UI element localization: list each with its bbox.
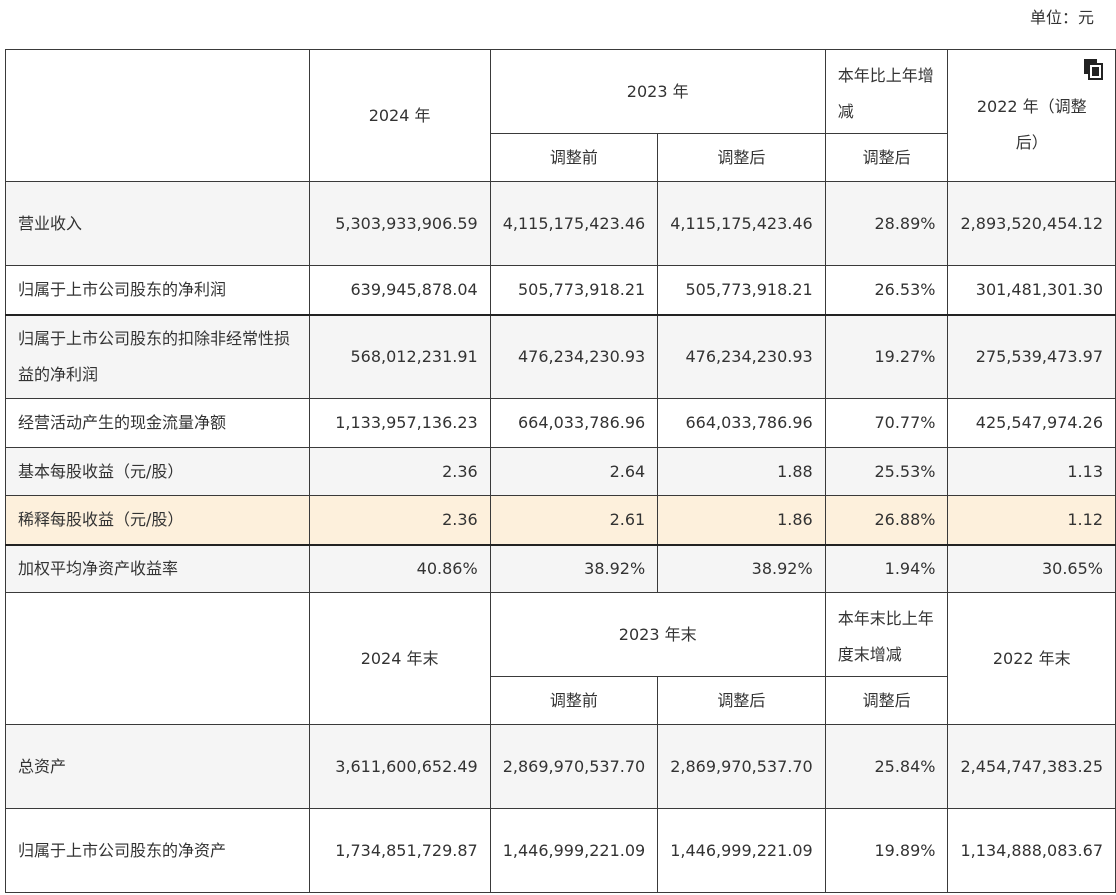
- cell-2024: 568,012,231.91: [308, 314, 491, 399]
- cell-2024: 2.36: [308, 495, 491, 546]
- header2-2022: 2022 年末: [947, 592, 1116, 725]
- cell-2023-after: 1.86: [657, 495, 826, 546]
- cell-2023-before: 38.92%: [489, 544, 659, 593]
- cell-2023-before: 2.61: [489, 495, 659, 546]
- table-row: 归属于上市公司股东的净利润 639,945,878.04 505,773,918…: [5, 265, 1116, 316]
- header-2023-before: 调整前: [489, 133, 659, 182]
- header-2023: 2023 年: [489, 49, 826, 134]
- cell-2024: 5,303,933,906.59: [308, 181, 491, 266]
- cell-2022: 275,539,473.97: [947, 314, 1116, 399]
- cell-2024: 2.36: [308, 447, 491, 496]
- cell-change: 70.77%: [824, 398, 949, 448]
- table-row: 基本每股收益（元/股） 2.36 2.64 1.88 25.53% 1.13: [5, 447, 1116, 496]
- cell-2023-after: 505,773,918.21: [657, 265, 826, 316]
- header2-2023-before: 调整前: [489, 676, 659, 725]
- header-blank-cell: [5, 49, 310, 182]
- cell-2023-before: 664,033,786.96: [489, 398, 659, 448]
- copy-icon[interactable]: [1083, 58, 1105, 80]
- table-row: 归属于上市公司股东的扣除非经常性损益的净利润 568,012,231.91 47…: [5, 314, 1116, 399]
- cell-2024: 1,734,851,729.87: [308, 808, 491, 893]
- header2-2023-after: 调整后: [657, 676, 826, 725]
- table-row: 营业收入 5,303,933,906.59 4,115,175,423.46 4…: [5, 181, 1116, 266]
- row-label: 稀释每股收益（元/股）: [5, 495, 310, 546]
- row-label: 归属于上市公司股东的净利润: [5, 265, 310, 316]
- row-label: 营业收入: [5, 181, 310, 266]
- header-2023-after: 调整后: [657, 133, 826, 182]
- row-label: 基本每股收益（元/股）: [5, 447, 310, 496]
- cell-change: 1.94%: [824, 544, 949, 593]
- cell-2024: 3,611,600,652.49: [308, 724, 491, 809]
- cell-2022: 2,454,747,383.25: [947, 724, 1116, 809]
- cell-2024: 1,133,957,136.23: [308, 398, 491, 448]
- cell-2023-after: 1.88: [657, 447, 826, 496]
- table-row: 经营活动产生的现金流量净额 1,133,957,136.23 664,033,7…: [5, 398, 1116, 448]
- cell-change: 25.84%: [824, 724, 949, 809]
- cell-2022: 30.65%: [947, 544, 1116, 593]
- cell-2023-before: 4,115,175,423.46: [489, 181, 659, 266]
- cell-change: 26.88%: [824, 495, 949, 546]
- cell-change: 28.89%: [824, 181, 949, 266]
- cell-2022: 1,134,888,083.67: [947, 808, 1116, 893]
- cell-2024: 40.86%: [308, 544, 491, 593]
- cell-2023-before: 476,234,230.93: [489, 314, 659, 399]
- financial-table: 2024 年 2023 年 本年比上年增减 2022 年（调整后） 调整前 调整…: [5, 49, 1116, 893]
- cell-2023-after: 2,869,970,537.70: [657, 724, 826, 809]
- cell-2022: 425,547,974.26: [947, 398, 1116, 448]
- table-row: 归属于上市公司股东的净资产 1,734,851,729.87 1,446,999…: [5, 808, 1116, 893]
- cell-2023-before: 2.64: [489, 447, 659, 496]
- cell-2023-before: 505,773,918.21: [489, 265, 659, 316]
- cell-2023-after: 664,033,786.96: [657, 398, 826, 448]
- header2-blank-cell: [5, 592, 310, 725]
- unit-label: 单位：元: [1029, 8, 1094, 27]
- row-label: 经营活动产生的现金流量净额: [5, 398, 310, 448]
- cell-2022: 2,893,520,454.12: [947, 181, 1116, 266]
- header-change: 本年比上年增减: [824, 49, 949, 134]
- cell-2022: 301,481,301.30: [947, 265, 1116, 316]
- cell-2023-after: 38.92%: [657, 544, 826, 593]
- cell-2022: 1.12: [947, 495, 1116, 546]
- header2-2024: 2024 年末: [308, 592, 491, 725]
- cell-2023-after: 476,234,230.93: [657, 314, 826, 399]
- cell-2023-before: 2,869,970,537.70: [489, 724, 659, 809]
- header-2024: 2024 年: [308, 49, 491, 182]
- cell-2023-after: 4,115,175,423.46: [657, 181, 826, 266]
- cell-change: 19.89%: [824, 808, 949, 893]
- cell-2023-before: 1,446,999,221.09: [489, 808, 659, 893]
- row-label: 总资产: [5, 724, 310, 809]
- header-2022: 2022 年（调整后）: [947, 49, 1116, 182]
- header2-2023: 2023 年末: [489, 592, 826, 677]
- header2-change-adjusted: 调整后: [824, 676, 949, 725]
- row-label: 加权平均净资产收益率: [5, 544, 310, 593]
- table-row-highlighted: 稀释每股收益（元/股） 2.36 2.61 1.86 26.88% 1.12: [5, 495, 1116, 546]
- cell-2023-after: 1,446,999,221.09: [657, 808, 826, 893]
- cell-change: 19.27%: [824, 314, 949, 399]
- cell-change: 25.53%: [824, 447, 949, 496]
- cell-2022: 1.13: [947, 447, 1116, 496]
- table-row: 加权平均净资产收益率 40.86% 38.92% 38.92% 1.94% 30…: [5, 544, 1116, 593]
- cell-change: 26.53%: [824, 265, 949, 316]
- header-2022-label: 2022 年（调整后）: [976, 96, 1087, 152]
- header2-change: 本年末比上年度末增减: [824, 592, 949, 677]
- row-label: 归属于上市公司股东的扣除非经常性损益的净利润: [5, 314, 310, 399]
- header-change-adjusted: 调整后: [824, 133, 949, 182]
- row-label: 归属于上市公司股东的净资产: [5, 808, 310, 893]
- table-row: 总资产 3,611,600,652.49 2,869,970,537.70 2,…: [5, 724, 1116, 809]
- cell-2024: 639,945,878.04: [308, 265, 491, 316]
